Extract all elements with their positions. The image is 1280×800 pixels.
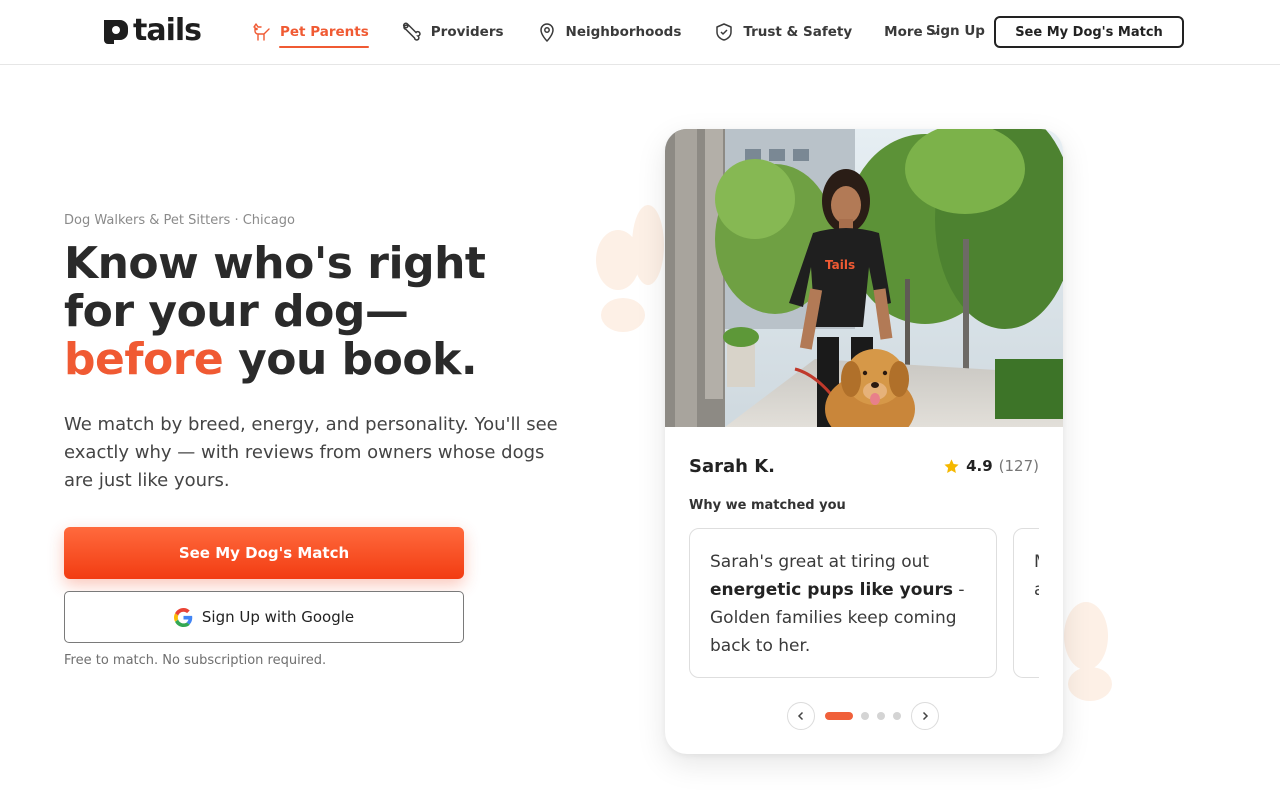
shirt-logo-text: Tails bbox=[825, 258, 855, 272]
nav-item-label: Neighborhoods bbox=[565, 24, 682, 40]
headline-end: you book. bbox=[223, 334, 478, 385]
carousel-dot[interactable] bbox=[893, 712, 901, 720]
nav-item-pet-parents[interactable]: Pet Parents bbox=[250, 0, 369, 64]
carousel-dot[interactable] bbox=[825, 712, 853, 720]
hero-footnote: Free to match. No subscription required. bbox=[64, 653, 327, 668]
main-nav: Pet Parents Providers Neighborhoods Trus… bbox=[250, 0, 941, 64]
match-reason-card: Sarah's great at tiring out energetic pu… bbox=[689, 528, 997, 678]
carousel-dot[interactable] bbox=[877, 712, 885, 720]
see-my-dogs-match-header-button[interactable]: See My Dog's Match bbox=[994, 16, 1184, 48]
nav-item-providers[interactable]: Providers bbox=[401, 0, 504, 64]
sign-up-with-google-button[interactable]: Sign Up with Google bbox=[64, 591, 464, 643]
nav-item-label: Pet Parents bbox=[280, 24, 369, 40]
logo-mark-icon bbox=[104, 20, 128, 44]
reason-text-pre: M bbox=[1034, 552, 1039, 572]
see-my-dogs-match-button[interactable]: See My Dog's Match bbox=[64, 527, 464, 579]
tails-logo[interactable]: tails bbox=[100, 13, 202, 48]
map-pin-icon bbox=[536, 21, 558, 43]
walker-rating: 4.9 (127) bbox=[943, 457, 1039, 475]
chevron-left-icon bbox=[797, 711, 804, 721]
headline-accent: before bbox=[64, 334, 224, 385]
walker-match-card: Tails Sarah K. 4.9 (127) Why we matched … bbox=[665, 129, 1063, 754]
hero-eyebrow: Dog Walkers & Pet Sitters · Chicago bbox=[64, 213, 295, 228]
carousel-nav bbox=[787, 702, 939, 730]
review-count: (127) bbox=[998, 457, 1039, 475]
match-reason-card: M a bbox=[1013, 528, 1039, 678]
carousel-dot[interactable] bbox=[861, 712, 869, 720]
chevron-right-icon bbox=[922, 711, 929, 721]
nav-item-trust-safety[interactable]: Trust & Safety bbox=[713, 0, 852, 64]
nav-item-label: Trust & Safety bbox=[743, 24, 853, 40]
reason-text-pre: Sarah's great at tiring out bbox=[710, 552, 930, 572]
hero-headline: Know who's right for your dog— before yo… bbox=[64, 240, 584, 384]
google-button-label: Sign Up with Google bbox=[201, 608, 355, 626]
sign-up-link[interactable]: Sign Up bbox=[926, 23, 985, 39]
carousel-dots bbox=[825, 712, 901, 720]
logo-wordmark: tails bbox=[133, 13, 202, 48]
site-header: tails Pet Parents Providers Neighborhood… bbox=[0, 0, 1280, 65]
dog-icon bbox=[250, 21, 272, 43]
nav-item-neighborhoods[interactable]: Neighborhoods bbox=[536, 0, 682, 64]
nav-item-label: Providers bbox=[430, 24, 504, 40]
headline-line-1: Know who's right bbox=[64, 238, 486, 289]
headline-line-2: for your dog— bbox=[64, 286, 409, 337]
paw-print-decoration-icon bbox=[596, 205, 664, 332]
nav-more-label: More bbox=[884, 24, 923, 40]
why-matched-label: Why we matched you bbox=[689, 498, 846, 513]
rating-value: 4.9 bbox=[966, 457, 993, 475]
star-icon bbox=[944, 458, 959, 473]
shield-check-icon bbox=[713, 21, 735, 43]
paw-print-decoration-icon bbox=[1064, 602, 1112, 701]
match-reasons-carousel[interactable]: Sarah's great at tiring out energetic pu… bbox=[689, 528, 1039, 678]
carousel-prev-button[interactable] bbox=[787, 702, 815, 730]
reason-text-post: a bbox=[1034, 580, 1039, 600]
google-icon bbox=[173, 607, 193, 627]
walker-name: Sarah K. bbox=[689, 456, 776, 477]
walker-photo: Tails bbox=[665, 129, 1063, 427]
bone-icon bbox=[401, 21, 423, 43]
reason-text-bold: energetic pups like yours bbox=[710, 580, 953, 600]
carousel-next-button[interactable] bbox=[911, 702, 939, 730]
hero-subtext: We match by breed, energy, and personali… bbox=[64, 414, 558, 491]
